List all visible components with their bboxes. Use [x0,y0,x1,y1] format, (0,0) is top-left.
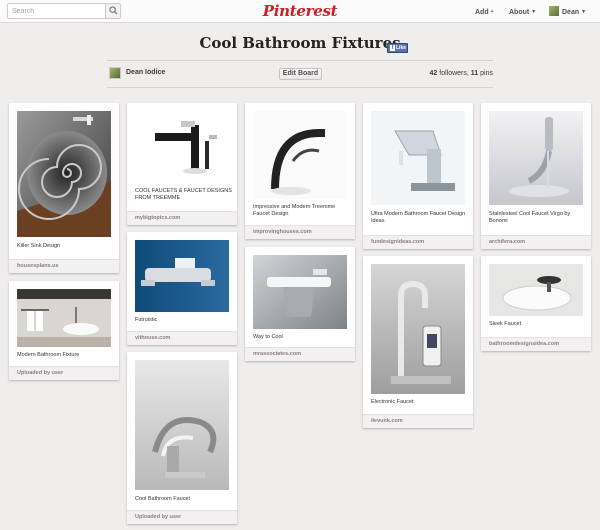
pin-source-link[interactable]: fundesignideas.com [363,235,473,249]
add-menu-label: Add [475,9,489,16]
pin-caption: Futruistic [135,317,158,323]
cool-faucet-image [135,360,229,490]
facebook-like-button[interactable]: f Like [387,43,408,53]
add-menu[interactable]: Add + [475,6,494,18]
top-navigation-bar: Pinterest Add+ About▼ Dean▼ [0,0,600,23]
pinterest-logo[interactable]: Pinterest [262,1,338,21]
pin-source-link[interactable]: ilevunk.com [363,414,473,428]
futuristic-faucet-image [135,240,229,312]
user-avatar [549,6,559,16]
user-menu[interactable]: Dean ▼ [549,6,586,18]
pin-source-link[interactable]: archifera.com [481,235,591,249]
pin-source-link[interactable]: improvinghouses.com [245,225,355,239]
plus-icon: + [490,9,494,15]
about-menu-label: About [509,9,530,16]
pin-caption: Electronic Faucet [371,399,414,405]
divider [107,87,493,88]
ultra-modern-faucet-image [371,111,465,205]
pin-caption: Impressive and Modern Treemme Faucet Des… [253,204,336,217]
pin-source-link[interactable]: bathroomdesignsidea.com [481,337,591,351]
pin-card[interactable]: Ultra Modern Bathroom Faucet Design Idea… [363,103,473,249]
board-stats: 42 followers, 11 pins [430,70,493,77]
treemme-faucet-design-image [253,111,347,199]
pin-card[interactable]: COOL FAUCETS & FAUCET DESIGNS FROM TREEM… [127,103,237,225]
pin-source-link[interactable]: vithouse.com [127,331,237,345]
chevron-down-icon: ▼ [531,9,537,15]
chevron-down-icon: ▼ [581,9,587,15]
pin-source-link[interactable]: mrassociates.com [245,347,355,361]
pin-image[interactable] [17,111,111,237]
pins-count: 11 [470,70,479,77]
pin-card[interactable]: Sleek Faucet bathroomdesignsidea.com [481,256,591,351]
virgo-faucet-image [489,111,583,205]
pin-image[interactable] [371,264,465,394]
user-menu-label: Dean [562,9,580,16]
pin-image[interactable] [253,255,347,329]
pins-label: pins [480,70,493,77]
pin-card[interactable]: Modern Bathroom Fixture Uploaded by user [9,281,119,380]
electronic-faucet-image [371,264,465,394]
pin-image[interactable] [135,360,229,490]
search-icon [109,6,118,15]
divider [107,60,493,61]
pin-caption: Cool Bathroom Faucet [135,496,191,502]
search-button[interactable] [105,4,120,18]
pin-caption: Way to Cool [253,334,283,340]
search-box [7,3,121,19]
pin-card[interactable]: Futruistic vithouse.com [127,232,237,345]
sleek-faucet-image [489,264,583,316]
spiral-sink-image [17,111,111,237]
pin-image[interactable] [17,289,111,347]
followers-count[interactable]: 42 [430,70,438,77]
followers-label: followers, [439,70,469,77]
pin-source-link[interactable]: Uploaded by user [127,510,237,524]
way-to-cool-faucet-image [253,255,347,329]
owner-avatar[interactable] [109,67,121,79]
pin-image[interactable] [135,111,229,183]
bathroom-fixture-image [17,289,111,347]
pin-image[interactable] [489,264,583,316]
pin-card[interactable]: Way to Cool mrassociates.com [245,247,355,361]
treemme-faucet-image [135,111,229,183]
facebook-icon: f [390,45,395,51]
pin-source-link[interactable]: mybigtopics.com [127,211,237,225]
pin-source-link[interactable]: Uploaded by user [9,366,119,380]
pin-image[interactable] [135,240,229,312]
owner-name[interactable]: Dean Iodice [126,69,165,76]
about-menu[interactable]: About ▼ [509,6,536,18]
pin-image[interactable] [371,111,465,205]
pin-card[interactable]: Killer Sink Design housesplans.us [9,103,119,273]
pin-image[interactable] [253,111,347,199]
like-label: Like [396,45,407,51]
pin-caption: Ultra Modern Bathroom Faucet Design Idea… [371,211,466,224]
pin-card[interactable]: Stainlesteel Cool Faucet Virgo by Bonomi… [481,103,591,249]
pin-image[interactable] [489,111,583,205]
pin-caption: Modern Bathroom Fixture [17,352,80,358]
pin-card[interactable]: Electronic Faucet ilevunk.com [363,256,473,428]
pin-caption: COOL FAUCETS & FAUCET DESIGNS FROM TREEM… [135,188,232,201]
pin-card[interactable]: Cool Bathroom Faucet Uploaded by user [127,352,237,524]
edit-board-button[interactable]: Edit Board [279,68,322,80]
search-input[interactable] [8,4,106,18]
pin-caption: Killer Sink Design [17,243,61,249]
pin-caption: Sleek Faucet [489,321,522,327]
pin-card[interactable]: Impressive and Modern Treemme Faucet Des… [245,103,355,239]
pin-source-link[interactable]: housesplans.us [9,259,119,273]
pin-caption: Stainlesteel Cool Faucet Virgo by Bonomi [489,211,571,224]
